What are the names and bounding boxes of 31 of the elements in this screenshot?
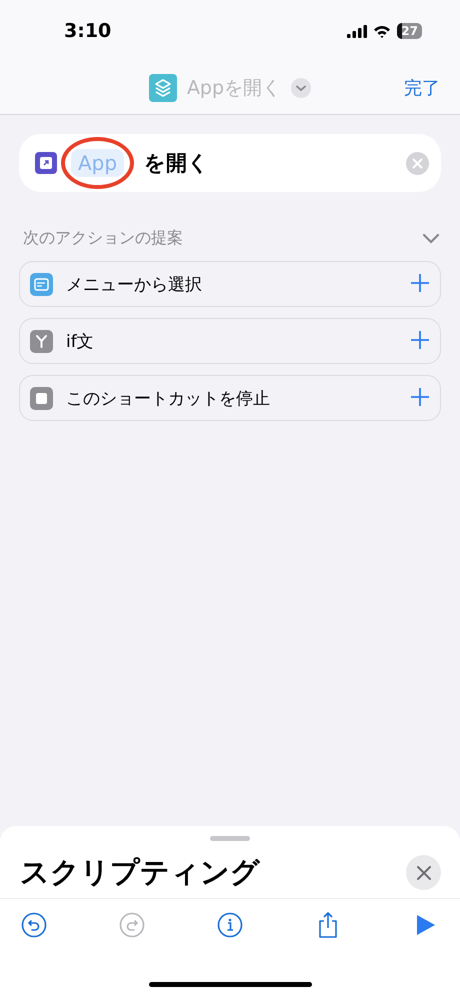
layers-icon — [148, 74, 177, 102]
suggestion-label: if文 — [66, 330, 95, 352]
share-icon — [316, 911, 340, 939]
play-icon — [416, 914, 436, 936]
suggestion-label: このショートカットを停止 — [66, 388, 271, 410]
sheet-handle[interactable] — [210, 836, 250, 841]
section-title: 次のアクションの提案 — [23, 228, 183, 249]
open-app-icon — [35, 152, 57, 174]
suggestion-row[interactable]: if文 — [19, 318, 441, 364]
sheet-title: スクリプティング — [20, 854, 260, 890]
info-icon — [217, 912, 243, 938]
branch-icon — [30, 330, 53, 352]
undo-icon — [21, 912, 47, 938]
redo-icon — [119, 912, 145, 938]
battery-level: 27 — [397, 23, 422, 39]
action-text: を開く — [144, 150, 210, 177]
suggestion-row[interactable]: このショートカットを停止 — [19, 375, 441, 421]
shortcut-title: Appを開く — [186, 76, 282, 101]
wifi-icon — [373, 24, 392, 38]
toolbar-button[interactable] — [20, 911, 48, 939]
suggestion-row[interactable]: メニューから選択 — [19, 261, 441, 307]
close-icon — [416, 864, 432, 880]
menu-list-icon — [30, 272, 53, 296]
signal-icon — [347, 24, 368, 38]
done-button[interactable]: 完了 — [404, 76, 440, 100]
toolbar-button[interactable] — [216, 911, 244, 939]
status-time: 3:10 — [64, 20, 112, 42]
suggestion-label: メニューから選択 — [66, 274, 203, 296]
chevron-down-icon[interactable] — [291, 78, 312, 98]
stop-icon — [30, 386, 53, 410]
close-button[interactable] — [406, 855, 441, 890]
